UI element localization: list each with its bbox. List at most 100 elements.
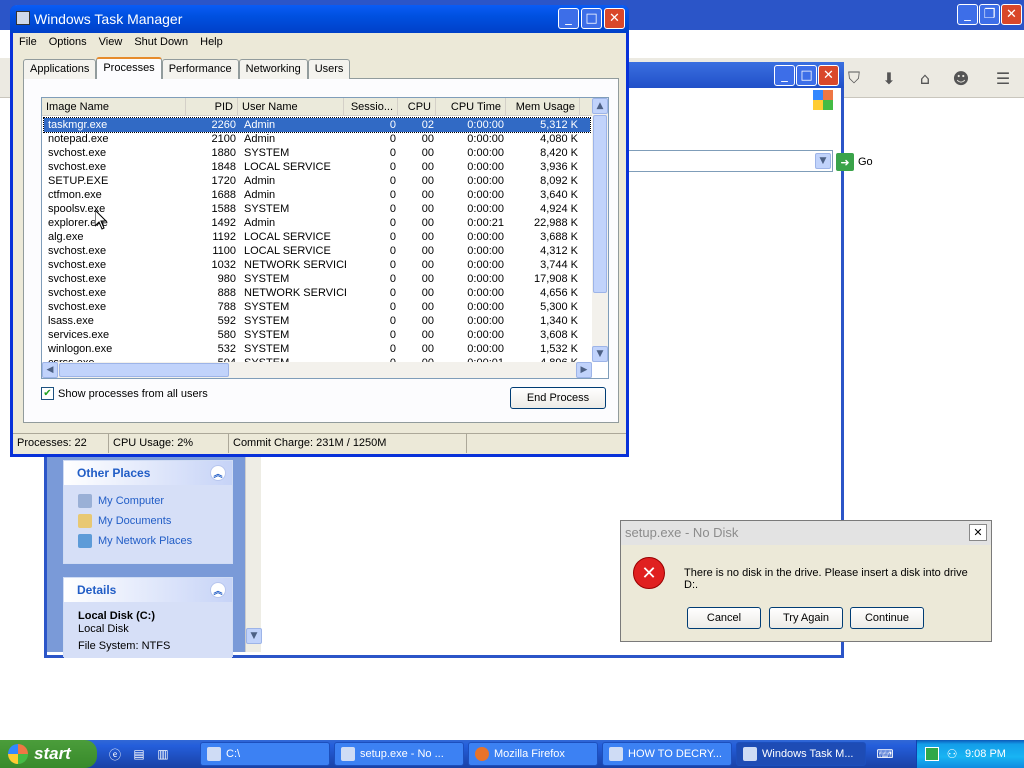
network-tray-icon[interactable]: ⚇: [945, 745, 959, 763]
explorer-minimize-button[interactable]: _: [774, 65, 795, 86]
table-row[interactable]: spoolsv.exe 1588 SYSTEM 0 00 0:00:00 4,924 K: [44, 202, 590, 216]
explorer-close-button[interactable]: ✕: [818, 65, 839, 86]
firefox-close-button[interactable]: ✕: [1001, 4, 1022, 25]
table-row[interactable]: winlogon.exe 532 SYSTEM 0 00 0:00:00 1,532 K: [44, 342, 590, 356]
table-row[interactable]: ctfmon.exe 1688 Admin 0 00 0:00:00 3,640 K: [44, 188, 590, 202]
scroll-right-icon[interactable]: ▶: [576, 362, 592, 378]
scroll-down-icon[interactable]: ▼: [246, 628, 262, 644]
table-row[interactable]: SETUP.EXE 1720 Admin 0 00 0:00:00 8,092 K: [44, 174, 590, 188]
vertical-scrollbar[interactable]: ▲ ▼: [592, 98, 608, 362]
scroll-left-icon[interactable]: ◀: [42, 362, 58, 378]
other-places-header[interactable]: Other Places ︽: [64, 461, 232, 485]
explorer-maximize-button[interactable]: □: [796, 65, 817, 86]
table-row[interactable]: services.exe 580 SYSTEM 0 00 0:00:00 3,608 K: [44, 328, 590, 342]
column-cpu[interactable]: CPU: [398, 98, 436, 116]
column-cpu-time[interactable]: CPU Time: [436, 98, 506, 116]
tray-app-icon[interactable]: [925, 747, 939, 761]
tab-processes[interactable]: Processes: [96, 57, 162, 79]
cell-cpu: 00: [421, 203, 434, 215]
smiley-icon[interactable]: ☻: [951, 68, 971, 88]
cell-cputime: 0:00:00: [467, 161, 504, 173]
table-row[interactable]: taskmgr.exe 2260 Admin 0 02 0:00:00 5,312 K: [43, 117, 591, 133]
table-row[interactable]: svchost.exe 788 SYSTEM 0 00 0:00:00 5,300 K: [44, 300, 590, 314]
column-mem-usage[interactable]: Mem Usage: [506, 98, 580, 116]
keyboard-icon[interactable]: ⌨: [876, 745, 894, 763]
table-row[interactable]: svchost.exe 1848 LOCAL SERVICE 0 00 0:00:00 3,…: [44, 160, 590, 174]
dialog-close-icon[interactable]: ✕: [969, 524, 987, 541]
table-row[interactable]: svchost.exe 1880 SYSTEM 0 00 0:00:00 8,420 K: [44, 146, 590, 160]
firefox-minimize-button[interactable]: _: [957, 4, 978, 25]
column-pid[interactable]: PID: [186, 98, 238, 116]
cancel-button[interactable]: Cancel: [687, 607, 761, 629]
start-button[interactable]: start: [0, 740, 97, 768]
task-manager-title-bar[interactable]: Windows Task Manager: [10, 5, 629, 33]
menu-options[interactable]: Options: [43, 33, 93, 53]
table-row[interactable]: notepad.exe 2100 Admin 0 00 0:00:00 4,080 K: [44, 132, 590, 146]
horizontal-scroll-thumb[interactable]: [59, 363, 229, 377]
taskbar-item-notepad[interactable]: HOW TO DECRY...: [602, 742, 732, 766]
table-row[interactable]: alg.exe 1192 LOCAL SERVICE 0 00 0:00:00 3,688 …: [44, 230, 590, 244]
menu-view[interactable]: View: [93, 33, 129, 53]
go-button[interactable]: ➜ Go: [836, 152, 886, 172]
media-quicklaunch-icon[interactable]: ▥: [154, 745, 172, 763]
cell-cpu: 00: [421, 147, 434, 159]
table-row[interactable]: explorer.exe 1492 Admin 0 00 0:00:21 22,988 K: [44, 216, 590, 230]
vertical-scroll-thumb[interactable]: [593, 115, 607, 293]
cell-cpu: 00: [421, 315, 434, 327]
tab-users[interactable]: Users: [307, 59, 351, 79]
menu-file[interactable]: File: [13, 33, 43, 53]
taskbar-item-explorer[interactable]: C:\: [200, 742, 330, 766]
table-row[interactable]: svchost.exe 1032 NETWORK SERVICE 0 00 0:00:00…: [44, 258, 590, 272]
column-user-name[interactable]: User Name: [238, 98, 344, 116]
table-row[interactable]: svchost.exe 980 SYSTEM 0 00 0:00:00 17,908 K: [44, 272, 590, 286]
continue-button[interactable]: Continue: [850, 607, 924, 629]
cell-session: 0: [389, 119, 396, 131]
menu-shut-down[interactable]: Shut Down: [128, 33, 194, 53]
address-dropdown-icon[interactable]: ▼: [815, 153, 831, 169]
minimize-button[interactable]: _: [558, 8, 579, 29]
cell-cpu: 00: [421, 161, 434, 173]
column-image-name[interactable]: Image Name: [42, 98, 186, 116]
close-button[interactable]: ✕: [604, 8, 625, 29]
link-my-documents[interactable]: My Documents: [78, 511, 232, 531]
scroll-up-icon[interactable]: ▲: [592, 98, 608, 114]
horizontal-scrollbar[interactable]: ◀ ▶: [42, 362, 592, 378]
taskbar-item-setup[interactable]: setup.exe - No ...: [334, 742, 464, 766]
dialog-title[interactable]: setup.exe - No Disk: [621, 521, 991, 545]
explorer-scrollbar[interactable]: ▼: [245, 452, 262, 652]
collapse-icon[interactable]: ︽: [210, 582, 226, 598]
clock[interactable]: 9:08 PM: [965, 748, 1006, 760]
taskbar-item-task-manager[interactable]: Windows Task M...: [736, 742, 866, 766]
show-all-users-checkbox[interactable]: ✔ Show processes from all users: [41, 387, 208, 400]
table-row[interactable]: svchost.exe 888 NETWORK SERVICE 0 00 0:00:00 4…: [44, 286, 590, 300]
cell-user: SYSTEM: [244, 329, 290, 341]
go-arrow-icon: ➜: [836, 153, 854, 171]
tab-applications[interactable]: Applications: [23, 59, 97, 79]
desktop-quicklaunch-icon[interactable]: ▤: [130, 745, 148, 763]
end-process-button[interactable]: End Process: [510, 387, 606, 409]
menu-help[interactable]: Help: [194, 33, 229, 53]
error-dialog: setup.exe - No Disk ✕ ✕ There is no disk…: [620, 520, 992, 642]
scroll-down-icon[interactable]: ▼: [592, 346, 608, 362]
try-again-button[interactable]: Try Again: [769, 607, 843, 629]
download-icon[interactable]: ⬇: [879, 68, 899, 88]
cell-mem: 4,080 K: [540, 133, 578, 145]
menu-icon[interactable]: ☰: [993, 68, 1013, 88]
maximize-button[interactable]: □: [581, 8, 602, 29]
column-session[interactable]: Sessio...: [344, 98, 398, 116]
table-row[interactable]: svchost.exe 1100 LOCAL SERVICE 0 00 0:00:00 4,…: [44, 244, 590, 258]
tab-networking[interactable]: Networking: [238, 59, 308, 79]
cell-cpu: 00: [421, 343, 434, 355]
table-row[interactable]: lsass.exe 592 SYSTEM 0 00 0:00:00 1,340 K: [44, 314, 590, 328]
checkbox-check-icon[interactable]: ✔: [41, 387, 54, 400]
tab-performance[interactable]: Performance: [161, 59, 239, 79]
pocket-icon[interactable]: ⛉: [844, 68, 864, 88]
home-icon[interactable]: ⌂: [915, 68, 935, 88]
collapse-icon[interactable]: ︽: [210, 465, 226, 481]
firefox-maximize-button[interactable]: ❐: [979, 4, 1000, 25]
link-my-network-places[interactable]: My Network Places: [78, 531, 232, 551]
taskbar-item-firefox[interactable]: Mozilla Firefox: [468, 742, 598, 766]
ie-quicklaunch-icon[interactable]: ⓔ: [106, 745, 124, 763]
link-my-computer[interactable]: My Computer: [78, 491, 232, 511]
details-header[interactable]: Details ︽: [64, 578, 232, 602]
